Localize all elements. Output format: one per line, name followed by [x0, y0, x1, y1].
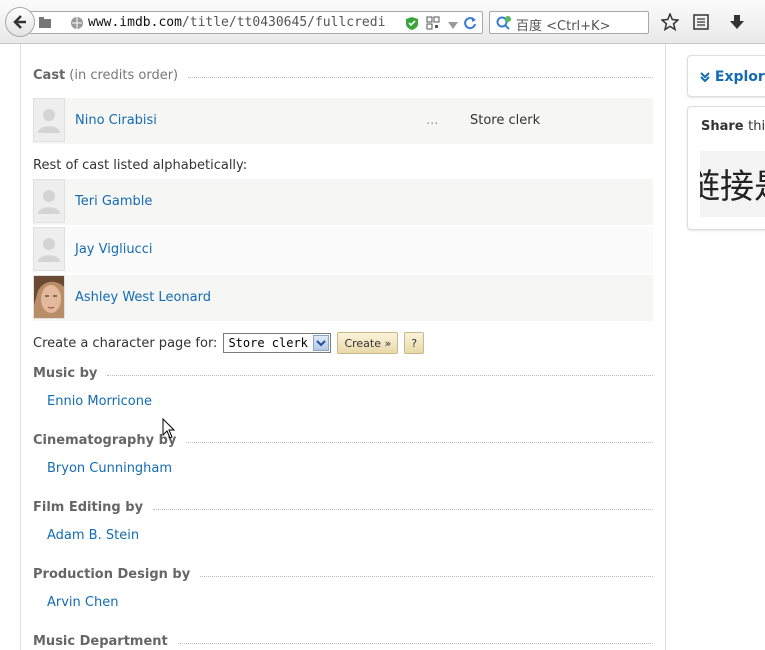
character-page-form: Create a character page for: Store clerk…: [33, 332, 425, 354]
crew-link[interactable]: Arvin Chen: [47, 595, 118, 610]
header-divider: [186, 442, 653, 443]
header-divider: [200, 576, 653, 577]
share-title: Share thi: [701, 119, 765, 134]
reload-icon[interactable]: [463, 16, 477, 34]
avatar-placeholder[interactable]: [33, 179, 65, 223]
actor-link[interactable]: Nino Cirabisi: [75, 113, 157, 128]
share-image-text: 链接是: [700, 167, 765, 207]
crew-header: Film Editing by: [33, 500, 653, 515]
globe-icon: [70, 16, 84, 34]
reading-list-icon[interactable]: [692, 13, 710, 31]
person-silhouette-icon: [38, 109, 60, 133]
cast-row: Ashley West Leonard: [33, 275, 653, 321]
character-page-label: Create a character page for:: [33, 335, 218, 351]
character-select[interactable]: Store clerk: [223, 333, 332, 353]
header-divider: [153, 509, 653, 510]
share-suffix: thi: [748, 119, 765, 134]
header-divider: [107, 375, 653, 376]
shield-icon[interactable]: [405, 16, 419, 35]
crew-header: Cinematography by: [33, 433, 653, 448]
avatar-placeholder[interactable]: [33, 98, 65, 142]
header-divider: [188, 77, 653, 78]
qr-code-icon[interactable]: [426, 16, 440, 34]
url-text: www.imdb.com/title/tt0430645/fullcredi: [88, 15, 386, 30]
cast-header: Cast (in credits order): [33, 68, 653, 83]
search-bar[interactable]: 百度 <Ctrl+K>: [489, 11, 649, 34]
crew-header: Production Design by: [33, 567, 653, 582]
actor-link[interactable]: Jay Vigliucci: [75, 242, 152, 257]
back-arrow-icon: [13, 15, 26, 29]
full-credits-content: Cast (in credits order) Nino Cirabisi ..…: [20, 44, 666, 650]
explore-box[interactable]: Explore: [687, 55, 765, 97]
browser-toolbar: www.imdb.com/title/tt0430645/fullcredi 百…: [0, 0, 765, 44]
character-name: Store clerk: [470, 113, 541, 128]
crew-header: Music by: [33, 366, 653, 381]
bookmark-star-icon[interactable]: [661, 13, 679, 31]
create-button[interactable]: Create »: [337, 332, 399, 354]
tab-icon: [38, 16, 52, 34]
back-button[interactable]: [5, 7, 35, 37]
avatar-placeholder[interactable]: [33, 227, 65, 271]
cast-row: Nino Cirabisi ... Store clerk: [33, 98, 653, 144]
share-link-image[interactable]: 链接是: [700, 151, 765, 217]
chevron-down-icon[interactable]: [313, 335, 330, 351]
crew-section-title: Music by: [33, 366, 98, 381]
search-engine-icon: [496, 15, 512, 35]
cast-row: Jay Vigliucci: [33, 227, 653, 273]
rest-of-cast-label: Rest of cast listed alphabetically:: [33, 158, 248, 173]
actor-link[interactable]: Teri Gamble: [75, 194, 152, 209]
share-box: Share thi 链接是: [687, 106, 765, 230]
download-icon[interactable]: [728, 13, 746, 31]
actor-photo[interactable]: [33, 275, 65, 319]
crew-section-title: Production Design by: [33, 567, 191, 582]
person-silhouette-icon: [38, 190, 60, 214]
actor-photo-image: [34, 276, 64, 318]
crew-link[interactable]: Bryon Cunningham: [47, 461, 172, 476]
dropdown-arrow-icon[interactable]: [448, 19, 458, 34]
crew-section-title: Cinematography by: [33, 433, 177, 448]
crew-link[interactable]: Ennio Morricone: [47, 394, 152, 409]
crew-link[interactable]: Adam B. Stein: [47, 528, 139, 543]
ellipsis: ...: [426, 113, 439, 128]
address-bar[interactable]: www.imdb.com/title/tt0430645/fullcredi: [30, 11, 483, 34]
person-silhouette-icon: [38, 238, 60, 262]
crew-header: Music Department: [33, 634, 653, 649]
cast-title: Cast: [33, 68, 66, 83]
search-placeholder: 百度 <Ctrl+K>: [516, 19, 611, 34]
explore-label: Explore: [714, 69, 765, 85]
character-select-value: Store clerk: [228, 336, 308, 350]
crew-section-title: Music Department: [33, 634, 168, 649]
cast-subtitle: (in credits order): [69, 68, 179, 83]
double-chevron-down-icon: [700, 72, 710, 83]
crew-section-title: Film Editing by: [33, 500, 144, 515]
header-divider: [177, 643, 653, 644]
cast-row: Teri Gamble: [33, 179, 653, 225]
mouse-cursor-icon: [162, 418, 176, 439]
explore-link[interactable]: Explore: [700, 69, 765, 85]
share-label: Share: [701, 119, 744, 134]
help-button[interactable]: ?: [404, 332, 425, 354]
actor-link[interactable]: Ashley West Leonard: [75, 290, 211, 305]
